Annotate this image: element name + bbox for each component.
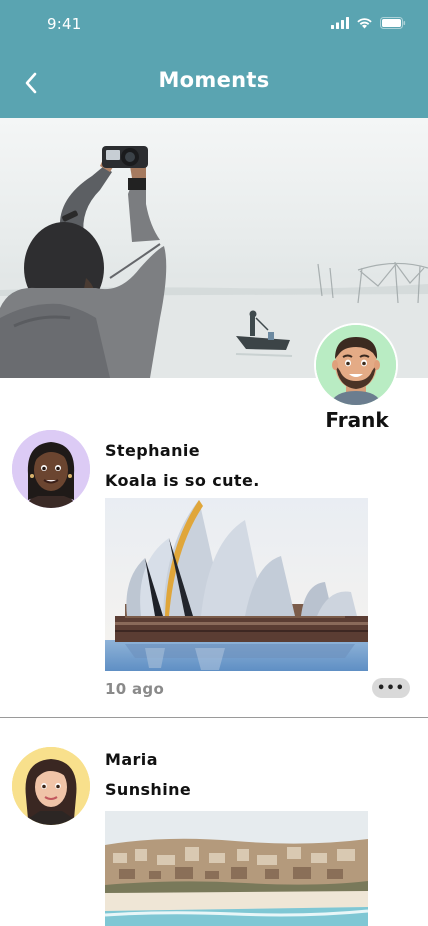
battery-icon bbox=[380, 17, 406, 29]
post-text: Sunshine bbox=[105, 780, 192, 799]
cellular-signal-icon bbox=[331, 17, 349, 29]
post-author[interactable]: Maria bbox=[105, 750, 158, 769]
profile-avatar-memoji bbox=[316, 325, 396, 405]
post-image[interactable] bbox=[105, 811, 368, 926]
status-time: 9:41 bbox=[47, 15, 82, 33]
profile-avatar[interactable] bbox=[314, 323, 398, 407]
post-avatar-memoji bbox=[12, 747, 90, 825]
post-avatar[interactable] bbox=[12, 430, 90, 508]
beach-town-image bbox=[105, 811, 368, 926]
header-bar: 9:41 Moments bbox=[0, 0, 428, 118]
status-icons bbox=[331, 15, 406, 31]
post-author[interactable]: Stephanie bbox=[105, 441, 200, 460]
more-dots-icon: ••• bbox=[377, 680, 405, 696]
post-image[interactable] bbox=[105, 498, 368, 671]
post-time: 10 ago bbox=[105, 680, 165, 698]
post-avatar-memoji bbox=[12, 430, 90, 508]
profile-name[interactable]: Frank bbox=[300, 408, 414, 432]
post-divider bbox=[0, 717, 428, 718]
opera-house-image bbox=[105, 498, 368, 671]
page-title: Moments bbox=[158, 68, 270, 92]
post-avatar[interactable] bbox=[12, 747, 90, 825]
wifi-icon bbox=[357, 18, 372, 29]
more-button[interactable]: ••• bbox=[372, 678, 410, 698]
post-text: Koala is so cute. bbox=[105, 471, 260, 490]
